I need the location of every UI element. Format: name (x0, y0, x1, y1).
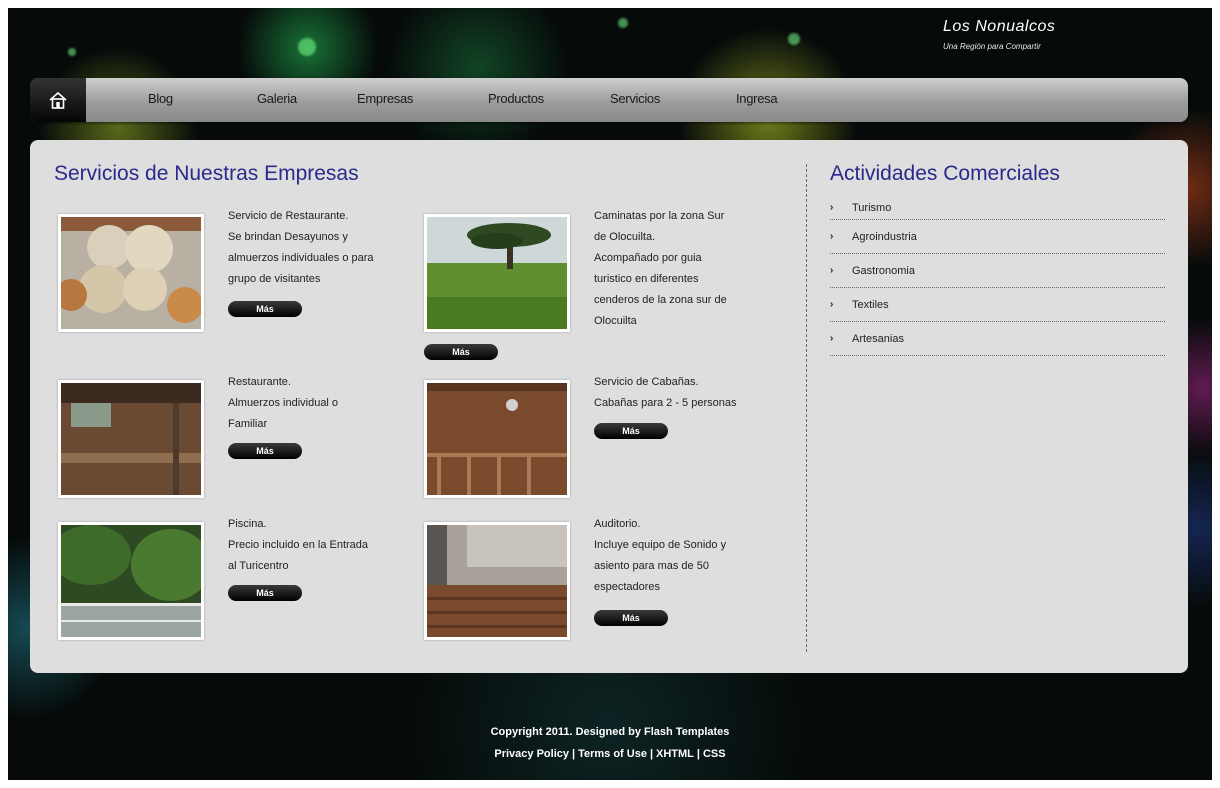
auditorium-photo[interactable] (424, 522, 570, 640)
activity-item-textiles[interactable]: › Textiles (830, 288, 1165, 322)
column-divider (806, 164, 807, 652)
footer-copyright: Copyright 2011. Designed by Flash Templa… (490, 726, 730, 738)
background-light (68, 48, 76, 56)
activity-label[interactable]: Agroindustria (852, 231, 917, 243)
chevron-right-icon: › (830, 231, 834, 242)
activities-heading: Actividades Comerciales (830, 162, 1060, 185)
activity-item-agroindustria[interactable]: › Agroindustria (830, 220, 1165, 254)
pool-photo[interactable] (58, 522, 204, 640)
chevron-right-icon: › (830, 202, 834, 213)
more-button[interactable]: Más (228, 443, 302, 459)
css-link[interactable]: CSS (703, 748, 726, 760)
more-button[interactable]: Más (594, 423, 668, 439)
more-button[interactable]: Más (424, 344, 498, 360)
service-description: Servicio de Cabañas. Cabañas para 2 - 5 … (594, 376, 737, 409)
nav-item-servicios[interactable]: Servicios (610, 91, 660, 106)
activity-item-turismo[interactable]: › Turismo (830, 202, 1165, 220)
content-panel: Servicios de Nuestras Empresas Actividad… (30, 140, 1188, 673)
main-nav: Blog Galeria Empresas Productos Servicio… (30, 78, 1188, 122)
nav-item-galeria[interactable]: Galeria (257, 91, 297, 106)
home-button[interactable] (30, 78, 86, 122)
services-heading: Servicios de Nuestras Empresas (54, 162, 359, 185)
more-button[interactable]: Más (228, 301, 302, 317)
activity-label[interactable]: Textiles (852, 299, 889, 311)
activity-item-artesanias[interactable]: › Artesanias (830, 322, 1165, 356)
separator: | (649, 748, 654, 760)
chevron-right-icon: › (830, 265, 834, 276)
terms-of-use-link[interactable]: Terms of Use (578, 748, 647, 760)
site-brand[interactable]: Los Nonualcos Una Región para Compartir (943, 18, 1055, 51)
page-background: Los Nonualcos Una Región para Compartir … (8, 8, 1212, 780)
nav-item-ingresa[interactable]: Ingresa (736, 91, 778, 106)
home-icon (49, 91, 67, 109)
site-tagline: Una Región para Compartir (943, 42, 1041, 51)
separator: | (696, 748, 700, 760)
activity-label[interactable]: Turismo (852, 202, 891, 214)
xhtml-link[interactable]: XHTML (656, 748, 694, 760)
service-description: Piscina. Precio incluido en la Entrada a… (228, 518, 369, 572)
background-light (618, 18, 628, 28)
cabin-photo[interactable] (424, 380, 570, 498)
tortillas-photo[interactable] (58, 214, 204, 332)
chevron-right-icon: › (830, 333, 834, 344)
tree-field-photo[interactable] (424, 214, 570, 332)
service-description: Servicio de Restaurante. Se brindan Desa… (228, 210, 374, 285)
nav-item-empresas[interactable]: Empresas (357, 91, 413, 106)
footer-links: Privacy Policy | Terms of Use | XHTML | CSS (8, 748, 1212, 760)
nav-item-productos[interactable]: Productos (488, 91, 544, 106)
activity-item-gastronomia[interactable]: › Gastronomia (830, 254, 1165, 288)
separator: | (571, 748, 576, 760)
service-description: Auditorio. Incluye equipo de Sonido y as… (594, 518, 727, 593)
privacy-policy-link[interactable]: Privacy Policy (494, 748, 569, 760)
activities-list: › Turismo › Agroindustria › Gastronomia › Te… (830, 202, 1165, 356)
site-title[interactable]: Los Nonualcos (943, 18, 1055, 36)
chevron-right-icon: › (830, 299, 834, 310)
service-description: Caminatas por la zona Sur de Olocuilta. … (594, 210, 727, 327)
background-light (788, 33, 800, 45)
activity-label[interactable]: Artesanias (852, 333, 904, 345)
service-description: Restaurante. Almuerzos individual o Fami… (228, 376, 339, 430)
activity-label[interactable]: Gastronomia (852, 265, 915, 277)
restaurant-photo[interactable] (58, 380, 204, 498)
more-button[interactable]: Más (594, 610, 668, 626)
background-light (298, 38, 316, 56)
more-button[interactable]: Más (228, 585, 302, 601)
nav-item-blog[interactable]: Blog (148, 91, 173, 106)
